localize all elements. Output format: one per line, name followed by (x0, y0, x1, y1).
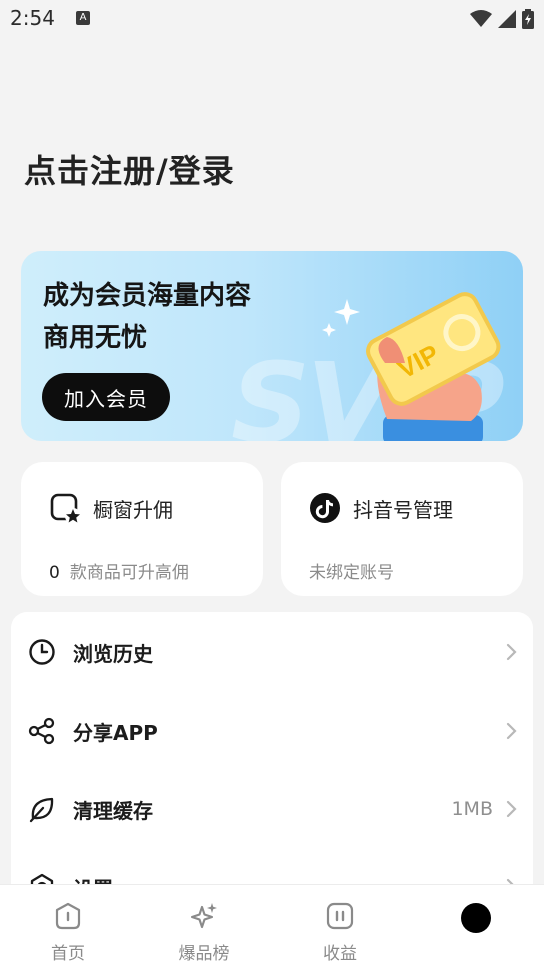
profile-screen: 2:54 A 点击注册/登录 SVIP 成为会员海量内容 商用无忧 加入会员 V… (0, 0, 544, 968)
menu-item-label: 分享APP (73, 720, 158, 745)
menu-item-share-app[interactable]: 分享APP (11, 692, 533, 770)
wifi-icon (470, 10, 492, 27)
signal-icon (498, 10, 516, 28)
store-star-icon (50, 493, 81, 524)
vip-banner[interactable]: SVIP 成为会员海量内容 商用无忧 加入会员 VIP (21, 251, 523, 441)
nav-label: 收益 (323, 944, 357, 964)
upgradable-product-count: 0 (49, 563, 60, 583)
earnings-icon (326, 902, 354, 930)
douyin-card-title: 抖音号管理 (353, 498, 453, 522)
nav-label: 爆品榜 (178, 944, 230, 964)
status-icons (470, 9, 534, 29)
nav-tab-home[interactable]: 首页 (28, 901, 108, 964)
home-icon (55, 902, 81, 930)
menu-item-clear-cache[interactable]: 清理缓存 1MB (11, 770, 533, 848)
tiktok-icon (310, 493, 340, 523)
sparkle-icon (190, 903, 217, 929)
menu-item-label: 浏览历史 (73, 641, 153, 666)
vip-banner-subheadline: 商用无忧 (43, 323, 148, 353)
notification-icon: A (76, 11, 90, 25)
showcase-card-subtitle: 0 款商品可升高佣 (49, 558, 189, 583)
showcase-commission-card[interactable]: 橱窗升佣 0 款商品可升高佣 (21, 462, 263, 596)
login-register-link[interactable]: 点击注册/登录 (24, 146, 235, 192)
douyin-card-subtitle: 未绑定账号 (309, 563, 394, 583)
douyin-account-card[interactable]: 抖音号管理 未绑定账号 (281, 462, 523, 596)
leaf-icon (29, 797, 54, 823)
status-time: 2:54 (10, 6, 55, 30)
vip-banner-headline: 成为会员海量内容 (43, 281, 252, 311)
chevron-right-icon (506, 722, 517, 740)
clock-icon (29, 639, 55, 665)
nav-tab-profile[interactable] (461, 903, 491, 933)
status-bar: 2:54 A (0, 0, 544, 38)
battery-icon (522, 9, 534, 29)
menu-item-label: 清理缓存 (73, 798, 153, 823)
nav-tab-earnings[interactable]: 收益 (300, 901, 380, 964)
join-membership-button[interactable]: 加入会员 (42, 373, 170, 421)
menu-item-browse-history[interactable]: 浏览历史 (11, 613, 533, 691)
chevron-right-icon (506, 800, 517, 818)
vip-card-hand-illustration: VIP (322, 292, 501, 441)
nav-tab-hot-ranking[interactable]: 爆品榜 (164, 901, 244, 964)
share-icon (28, 717, 55, 745)
showcase-card-title: 橱窗升佣 (93, 498, 173, 522)
chevron-right-icon (506, 643, 517, 661)
nav-label: 首页 (51, 944, 85, 964)
cache-size-value: 1MB (451, 798, 493, 820)
showcase-card-subtitle-text: 款商品可升高佣 (69, 563, 189, 583)
